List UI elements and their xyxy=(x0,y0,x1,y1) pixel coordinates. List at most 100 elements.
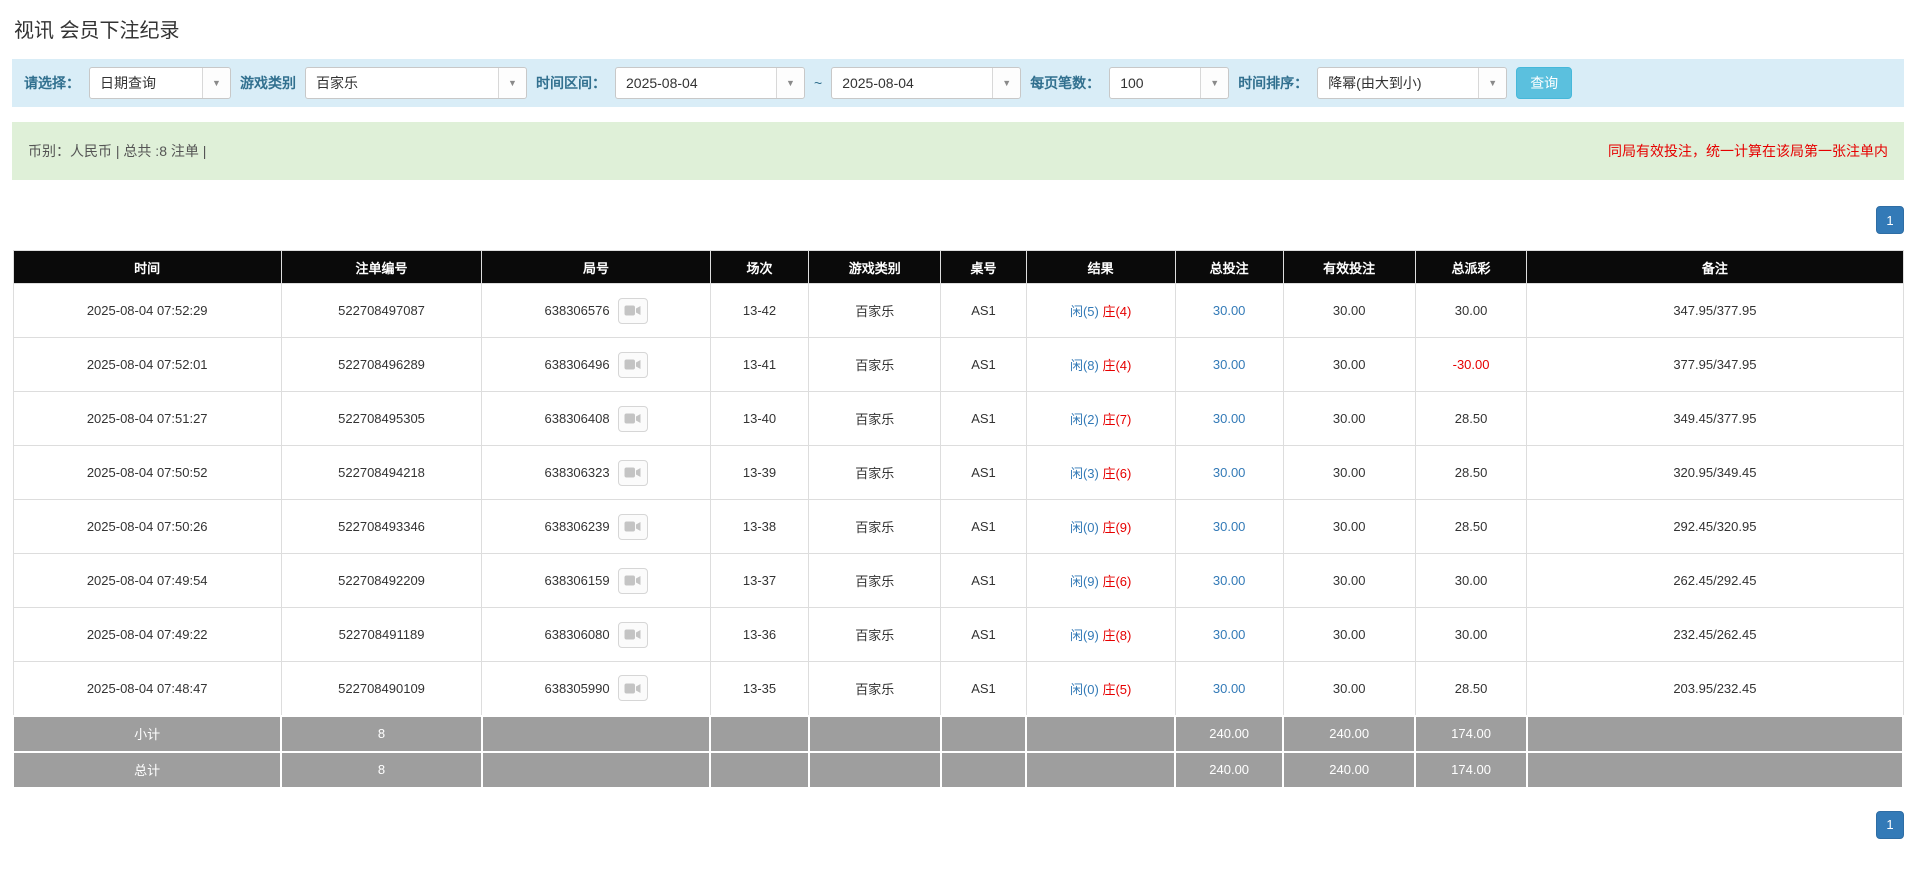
cell-bet-id: 522708494218 xyxy=(281,446,481,500)
total-bet-link[interactable]: 30.00 xyxy=(1213,465,1246,480)
cell-time: 2025-08-04 07:49:22 xyxy=(13,608,281,662)
date-from-select[interactable]: 2025-08-04 ▼ xyxy=(615,67,805,99)
cell-session: 13-42 xyxy=(710,284,808,338)
video-replay-icon[interactable] xyxy=(618,406,648,432)
footer-cell: 8 xyxy=(281,716,481,752)
video-replay-icon[interactable] xyxy=(618,568,648,594)
cell-result: 闲(9) 庄(8) xyxy=(1026,608,1175,662)
total-row: 总计8240.00240.00174.00 xyxy=(13,752,1903,788)
cell-result: 闲(5) 庄(4) xyxy=(1026,284,1175,338)
video-replay-icon[interactable] xyxy=(618,352,648,378)
cell-payout: 28.50 xyxy=(1415,500,1527,554)
footer-cell xyxy=(809,752,941,788)
total-bet-link[interactable]: 30.00 xyxy=(1213,357,1246,372)
total-bet-link[interactable]: 30.00 xyxy=(1213,303,1246,318)
cell-remark: 377.95/347.95 xyxy=(1527,338,1903,392)
round-id-text: 638306496 xyxy=(545,357,610,372)
summary-bar: 币别：人民币 | 总共 :8 注单 | 同局有效投注，统一计算在该局第一张注单内 xyxy=(12,122,1904,180)
cell-session: 13-35 xyxy=(710,662,808,716)
page-number-button[interactable]: 1 xyxy=(1876,206,1904,234)
cell-session: 13-36 xyxy=(710,608,808,662)
cell-total-bet: 30.00 xyxy=(1175,284,1283,338)
cell-round-id: 638305990 xyxy=(482,662,711,716)
total-bet-link[interactable]: 30.00 xyxy=(1213,681,1246,696)
result-banker: 庄(6) xyxy=(1102,574,1131,589)
footer-cell xyxy=(941,752,1026,788)
sort-select[interactable]: 降幂(由大到小) ▼ xyxy=(1317,67,1507,99)
game-type-select[interactable]: 百家乐 ▼ xyxy=(305,67,527,99)
table-row: 2025-08-04 07:52:01522708496289638306496… xyxy=(13,338,1903,392)
cell-payout: 28.50 xyxy=(1415,446,1527,500)
result-banker: 庄(9) xyxy=(1102,520,1131,535)
column-header: 总投注 xyxy=(1175,251,1283,284)
cell-total-bet: 30.00 xyxy=(1175,608,1283,662)
video-replay-icon[interactable] xyxy=(618,675,648,701)
table-row: 2025-08-04 07:49:22522708491189638306080… xyxy=(13,608,1903,662)
pagination-top: 1 xyxy=(12,206,1904,234)
video-replay-icon[interactable] xyxy=(618,298,648,324)
round-id-text: 638306323 xyxy=(545,465,610,480)
column-header: 有效投注 xyxy=(1283,251,1415,284)
footer-cell: 174.00 xyxy=(1415,716,1527,752)
cell-total-bet: 30.00 xyxy=(1175,662,1283,716)
cell-session: 13-38 xyxy=(710,500,808,554)
cell-payout: 30.00 xyxy=(1415,554,1527,608)
page-number-button[interactable]: 1 xyxy=(1876,811,1904,839)
total-bet-link[interactable]: 30.00 xyxy=(1213,519,1246,534)
table-row: 2025-08-04 07:48:47522708490109638305990… xyxy=(13,662,1903,716)
total-bet-link[interactable]: 30.00 xyxy=(1213,411,1246,426)
cell-result: 闲(0) 庄(5) xyxy=(1026,662,1175,716)
result-banker: 庄(4) xyxy=(1102,358,1131,373)
total-bet-link[interactable]: 30.00 xyxy=(1213,573,1246,588)
column-header: 时间 xyxy=(13,251,281,284)
video-replay-icon[interactable] xyxy=(618,514,648,540)
table-header-row: 时间注单编号局号场次游戏类别桌号结果总投注有效投注总派彩备注 xyxy=(13,251,1903,284)
result-banker: 庄(8) xyxy=(1102,628,1131,643)
video-replay-icon[interactable] xyxy=(618,460,648,486)
cell-bet-id: 522708491189 xyxy=(281,608,481,662)
cell-valid-bet: 30.00 xyxy=(1283,554,1415,608)
cell-time: 2025-08-04 07:52:01 xyxy=(13,338,281,392)
bet-records-table: 时间注单编号局号场次游戏类别桌号结果总投注有效投注总派彩备注 2025-08-0… xyxy=(12,250,1904,789)
filter-bar: 请选择： 日期查询 ▼ 游戏类别 百家乐 ▼ 时间区间： 2025-08-04 … xyxy=(12,59,1904,107)
cell-table-no: AS1 xyxy=(941,284,1026,338)
cell-table-no: AS1 xyxy=(941,446,1026,500)
cell-remark: 320.95/349.45 xyxy=(1527,446,1903,500)
footer-cell: 240.00 xyxy=(1283,752,1415,788)
cell-valid-bet: 30.00 xyxy=(1283,338,1415,392)
table-body: 2025-08-04 07:52:29522708497087638306576… xyxy=(13,284,1903,716)
cell-time: 2025-08-04 07:50:26 xyxy=(13,500,281,554)
game-type-label: 游戏类别 xyxy=(240,73,296,93)
column-header: 备注 xyxy=(1527,251,1903,284)
cell-remark: 203.95/232.45 xyxy=(1527,662,1903,716)
cell-table-no: AS1 xyxy=(941,500,1026,554)
query-type-select[interactable]: 日期查询 ▼ xyxy=(89,67,231,99)
query-button[interactable]: 查询 xyxy=(1516,67,1572,99)
cell-total-bet: 30.00 xyxy=(1175,500,1283,554)
cell-payout: 28.50 xyxy=(1415,392,1527,446)
column-header: 游戏类别 xyxy=(809,251,941,284)
cell-session: 13-39 xyxy=(710,446,808,500)
total-bet-link[interactable]: 30.00 xyxy=(1213,627,1246,642)
result-player: 闲(8) xyxy=(1070,358,1099,373)
column-header: 总派彩 xyxy=(1415,251,1527,284)
footer-cell xyxy=(1026,752,1175,788)
result-banker: 庄(6) xyxy=(1102,466,1131,481)
cell-valid-bet: 30.00 xyxy=(1283,662,1415,716)
page-size-select[interactable]: 100 ▼ xyxy=(1109,67,1229,99)
cell-payout: -30.00 xyxy=(1415,338,1527,392)
cell-remark: 347.95/377.95 xyxy=(1527,284,1903,338)
cell-round-id: 638306239 xyxy=(482,500,711,554)
cell-round-id: 638306159 xyxy=(482,554,711,608)
cell-game-type: 百家乐 xyxy=(809,392,941,446)
cell-payout: 30.00 xyxy=(1415,284,1527,338)
cell-session: 13-37 xyxy=(710,554,808,608)
cell-game-type: 百家乐 xyxy=(809,500,941,554)
video-replay-icon[interactable] xyxy=(618,622,648,648)
cell-bet-id: 522708492209 xyxy=(281,554,481,608)
footer-cell: 240.00 xyxy=(1175,716,1283,752)
round-id-text: 638306159 xyxy=(545,573,610,588)
date-to-select[interactable]: 2025-08-04 ▼ xyxy=(831,67,1021,99)
table-footer: 小计8240.00240.00174.00总计8240.00240.00174.… xyxy=(13,716,1903,788)
table-row: 2025-08-04 07:52:29522708497087638306576… xyxy=(13,284,1903,338)
